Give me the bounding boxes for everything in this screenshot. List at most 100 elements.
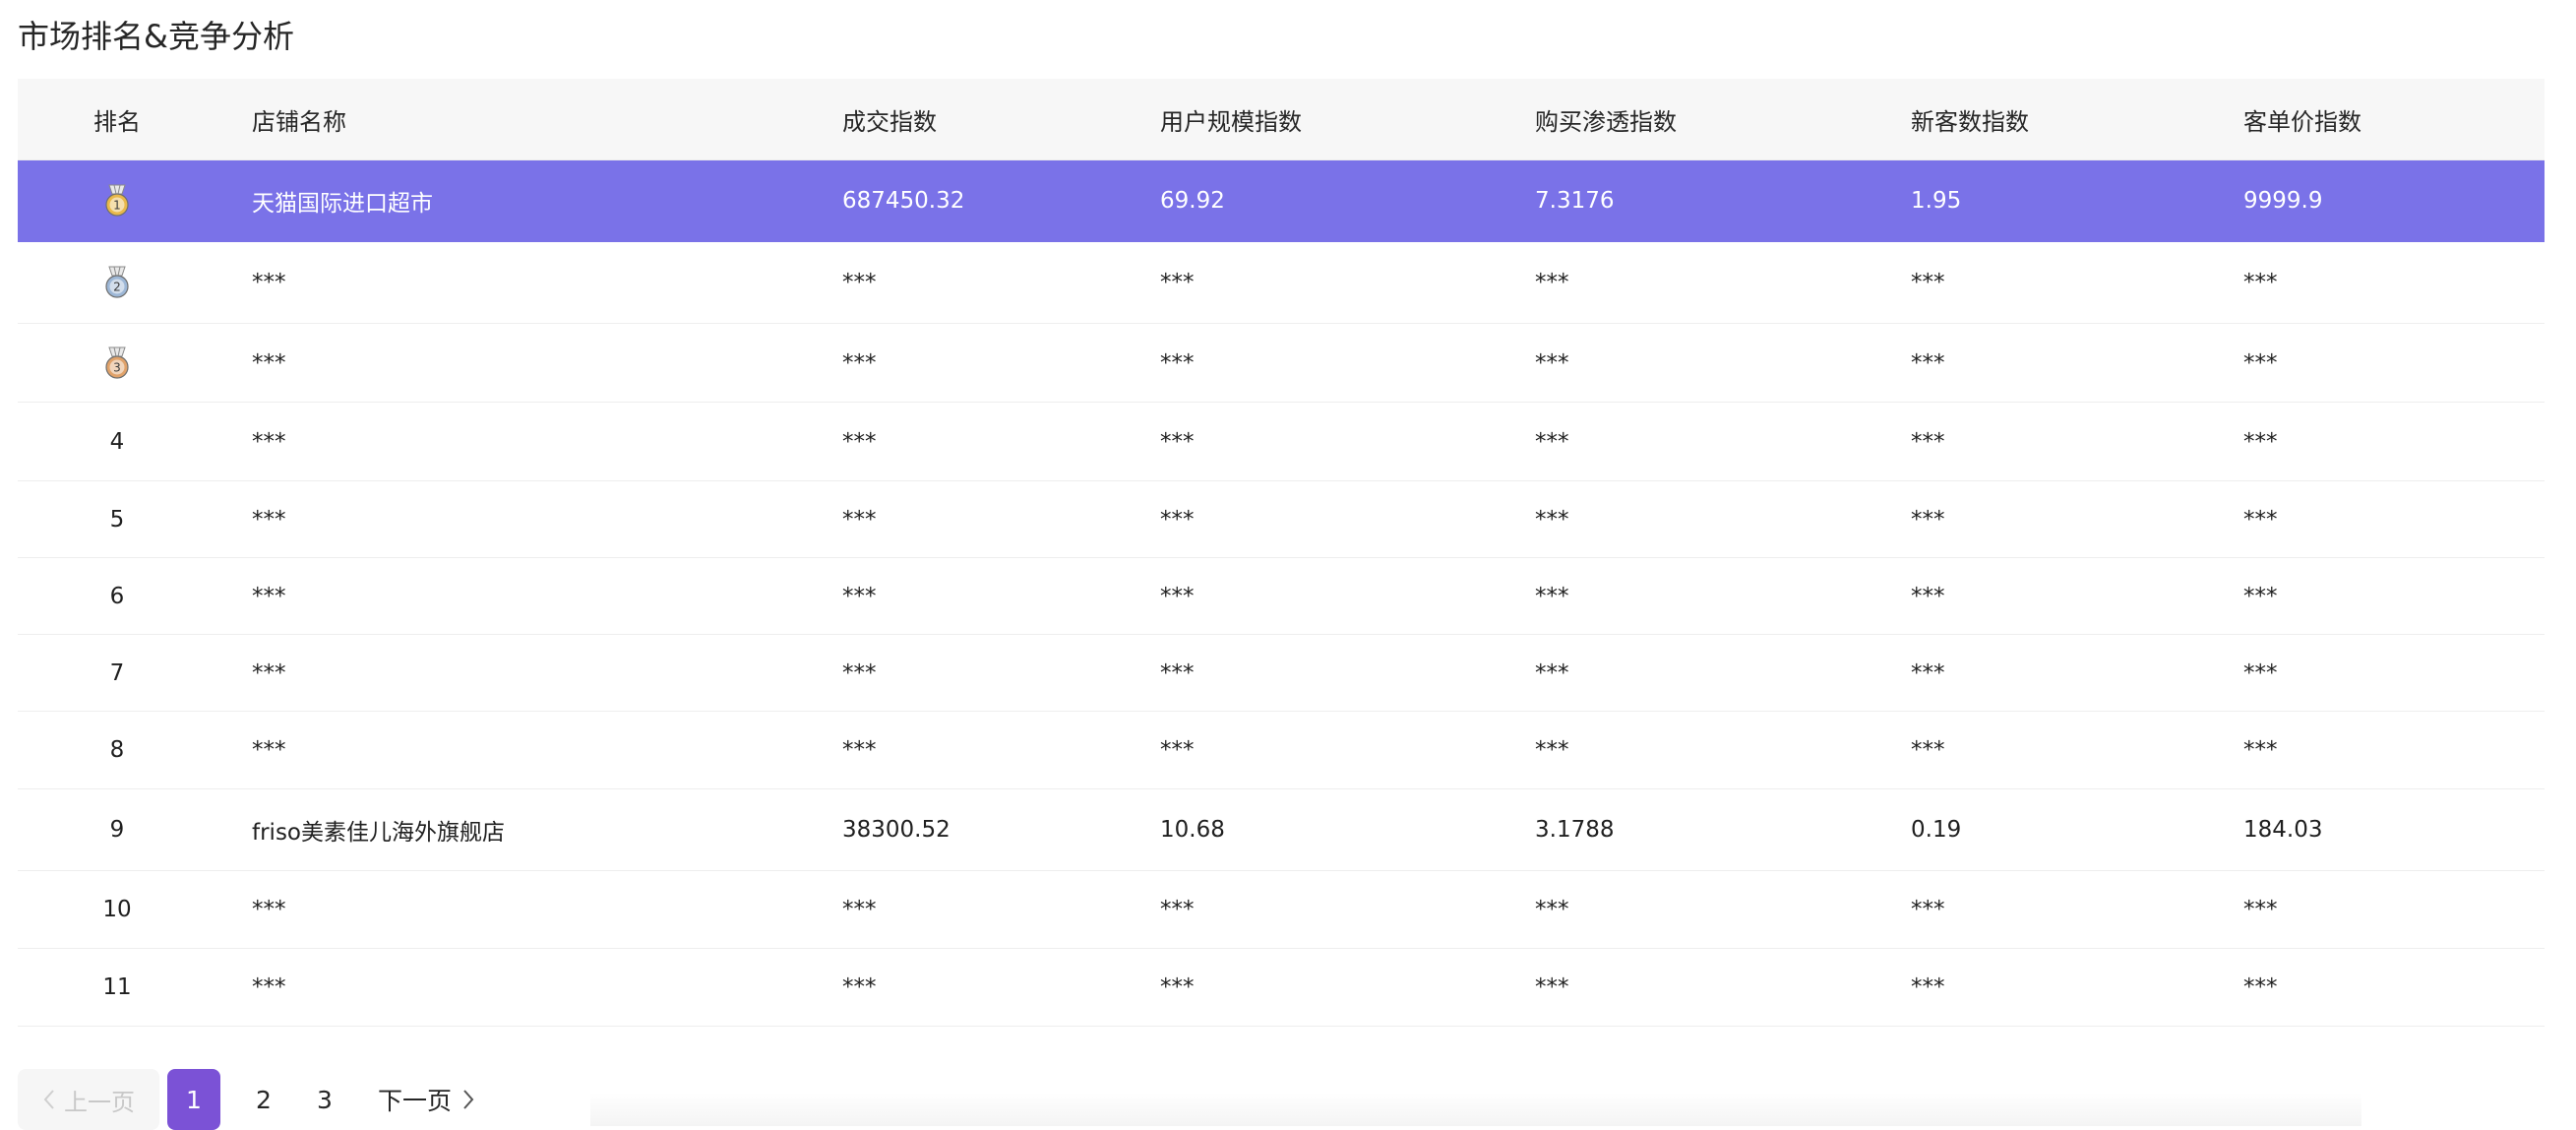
- cell-rank: 6: [109, 583, 125, 609]
- table-row[interactable]: 10 *** *** *** *** *** ***: [18, 871, 2545, 949]
- svg-text:2: 2: [113, 281, 121, 294]
- ranking-table: 排名 店铺名称 成交指数 用户规模指数 购买渗透指数 新客数指数 客单价指数 1…: [18, 79, 2545, 1027]
- cell-store-name: 天猫国际进口超市: [252, 191, 433, 217]
- cell-unit-price-index: ***: [2243, 506, 2278, 533]
- cell-rank: 4: [109, 428, 125, 455]
- next-page-button[interactable]: 下一页: [378, 1069, 475, 1130]
- cell-store-name: ***: [252, 583, 286, 609]
- table-row[interactable]: 4 *** *** *** *** *** ***: [18, 403, 2545, 481]
- cell-new-customer-index: ***: [1911, 270, 1945, 295]
- cell-user-scale-index: ***: [1160, 583, 1195, 609]
- silver-medal-icon: 2: [104, 266, 130, 299]
- cell-penetration-index: ***: [1535, 659, 1569, 686]
- cell-penetration-index: ***: [1535, 349, 1569, 376]
- header-store-name: 店铺名称: [252, 107, 346, 136]
- cell-user-scale-index: ***: [1160, 506, 1195, 533]
- cell-new-customer-index: 0.19: [1911, 817, 1962, 843]
- cell-new-customer-index: ***: [1911, 737, 1945, 763]
- cell-new-customer-index: ***: [1911, 583, 1945, 609]
- cell-unit-price-index: 9999.9: [2243, 188, 2323, 214]
- cell-user-scale-index: ***: [1160, 974, 1195, 1000]
- cell-unit-price-index: ***: [2243, 897, 2278, 922]
- cell-user-scale-index: ***: [1160, 897, 1195, 922]
- cell-penetration-index: 7.3176: [1535, 188, 1615, 214]
- svg-text:1: 1: [113, 199, 121, 213]
- bottom-shadow: [590, 1093, 2361, 1126]
- page-3-button[interactable]: 3: [305, 1069, 344, 1130]
- cell-new-customer-index: ***: [1911, 897, 1945, 922]
- table-row[interactable]: 6 *** *** *** *** *** ***: [18, 558, 2545, 635]
- cell-user-scale-index: 10.68: [1160, 817, 1225, 843]
- table-row[interactable]: 9 friso美素佳儿海外旗舰店 38300.52 10.68 3.1788 0.19 18…: [18, 789, 2545, 871]
- cell-rank: 11: [102, 974, 132, 1000]
- next-page-label: 下一页: [378, 1087, 453, 1115]
- cell-deal-index: ***: [842, 737, 877, 763]
- cell-rank: 3: [18, 324, 216, 402]
- cell-unit-price-index: ***: [2243, 659, 2278, 686]
- cell-user-scale-index: 69.92: [1160, 188, 1225, 214]
- cell-unit-price-index: ***: [2243, 583, 2278, 609]
- cell-penetration-index: ***: [1535, 506, 1569, 533]
- cell-store-name: ***: [252, 974, 286, 1000]
- table-row[interactable]: 5 *** *** *** *** *** ***: [18, 481, 2545, 558]
- cell-new-customer-index: ***: [1911, 506, 1945, 533]
- cell-store-name: friso美素佳儿海外旗舰店: [252, 820, 505, 846]
- cell-deal-index: ***: [842, 974, 877, 1000]
- table-row[interactable]: 3 *** *** *** *** *** ***: [18, 324, 2545, 403]
- cell-user-scale-index: ***: [1160, 428, 1195, 455]
- cell-rank: 5: [109, 506, 125, 533]
- table-row[interactable]: 2 *** *** *** *** *** ***: [18, 242, 2545, 324]
- prev-page-label: 上一页: [64, 1088, 135, 1116]
- cell-rank: 10: [102, 897, 132, 922]
- cell-unit-price-index: ***: [2243, 737, 2278, 763]
- svg-text:3: 3: [113, 360, 121, 374]
- cell-deal-index: ***: [842, 897, 877, 922]
- cell-new-customer-index: ***: [1911, 974, 1945, 1000]
- cell-store-name: ***: [252, 506, 286, 533]
- chevron-left-icon: [43, 1090, 54, 1109]
- chevron-right-icon: [463, 1090, 474, 1109]
- page-1-button[interactable]: 1: [167, 1069, 220, 1130]
- cell-rank: 7: [109, 659, 125, 686]
- cell-penetration-index: ***: [1535, 428, 1569, 455]
- cell-store-name: ***: [252, 737, 286, 763]
- cell-new-customer-index: ***: [1911, 428, 1945, 455]
- prev-page-button[interactable]: 上一页: [18, 1069, 159, 1130]
- cell-deal-index: ***: [842, 506, 877, 533]
- cell-unit-price-index: ***: [2243, 270, 2278, 295]
- cell-penetration-index: ***: [1535, 897, 1569, 922]
- cell-new-customer-index: ***: [1911, 659, 1945, 686]
- table-row[interactable]: 1 天猫国际进口超市 687450.32 69.92 7.3176 1.95 9999.9: [18, 160, 2545, 242]
- cell-store-name: ***: [252, 349, 286, 376]
- cell-penetration-index: ***: [1535, 583, 1569, 609]
- table-row[interactable]: 11 *** *** *** *** *** ***: [18, 949, 2545, 1027]
- cell-penetration-index: ***: [1535, 270, 1569, 295]
- page-2-button[interactable]: 2: [244, 1069, 283, 1130]
- header-new-customer-index: 新客数指数: [1911, 107, 2029, 136]
- cell-user-scale-index: ***: [1160, 349, 1195, 376]
- cell-rank: 2: [18, 242, 216, 323]
- cell-store-name: ***: [252, 428, 286, 455]
- header-unit-price-index: 客单价指数: [2243, 107, 2361, 136]
- cell-deal-index: 687450.32: [842, 188, 965, 214]
- cell-user-scale-index: ***: [1160, 737, 1195, 763]
- cell-rank: 1: [18, 160, 216, 241]
- cell-unit-price-index: ***: [2243, 974, 2278, 1000]
- page-title: 市场排名&竞争分析: [18, 18, 294, 55]
- cell-deal-index: ***: [842, 349, 877, 376]
- table-row[interactable]: 7 *** *** *** *** *** ***: [18, 635, 2545, 712]
- table-row[interactable]: 8 *** *** *** *** *** ***: [18, 712, 2545, 789]
- cell-unit-price-index: ***: [2243, 349, 2278, 376]
- header-deal-index: 成交指数: [842, 107, 937, 136]
- cell-new-customer-index: 1.95: [1911, 188, 1962, 214]
- table-body: 1 天猫国际进口超市 687450.32 69.92 7.3176 1.95 9999.9 2…: [18, 160, 2545, 1027]
- cell-deal-index: ***: [842, 659, 877, 686]
- pagination: 上一页 1 2 3 下一页: [18, 1069, 475, 1130]
- cell-deal-index: ***: [842, 583, 877, 609]
- cell-store-name: ***: [252, 270, 286, 295]
- cell-rank: 9: [109, 817, 125, 843]
- cell-store-name: ***: [252, 659, 286, 686]
- table-header: 排名 店铺名称 成交指数 用户规模指数 购买渗透指数 新客数指数 客单价指数: [18, 79, 2545, 160]
- cell-penetration-index: ***: [1535, 974, 1569, 1000]
- cell-deal-index: ***: [842, 270, 877, 295]
